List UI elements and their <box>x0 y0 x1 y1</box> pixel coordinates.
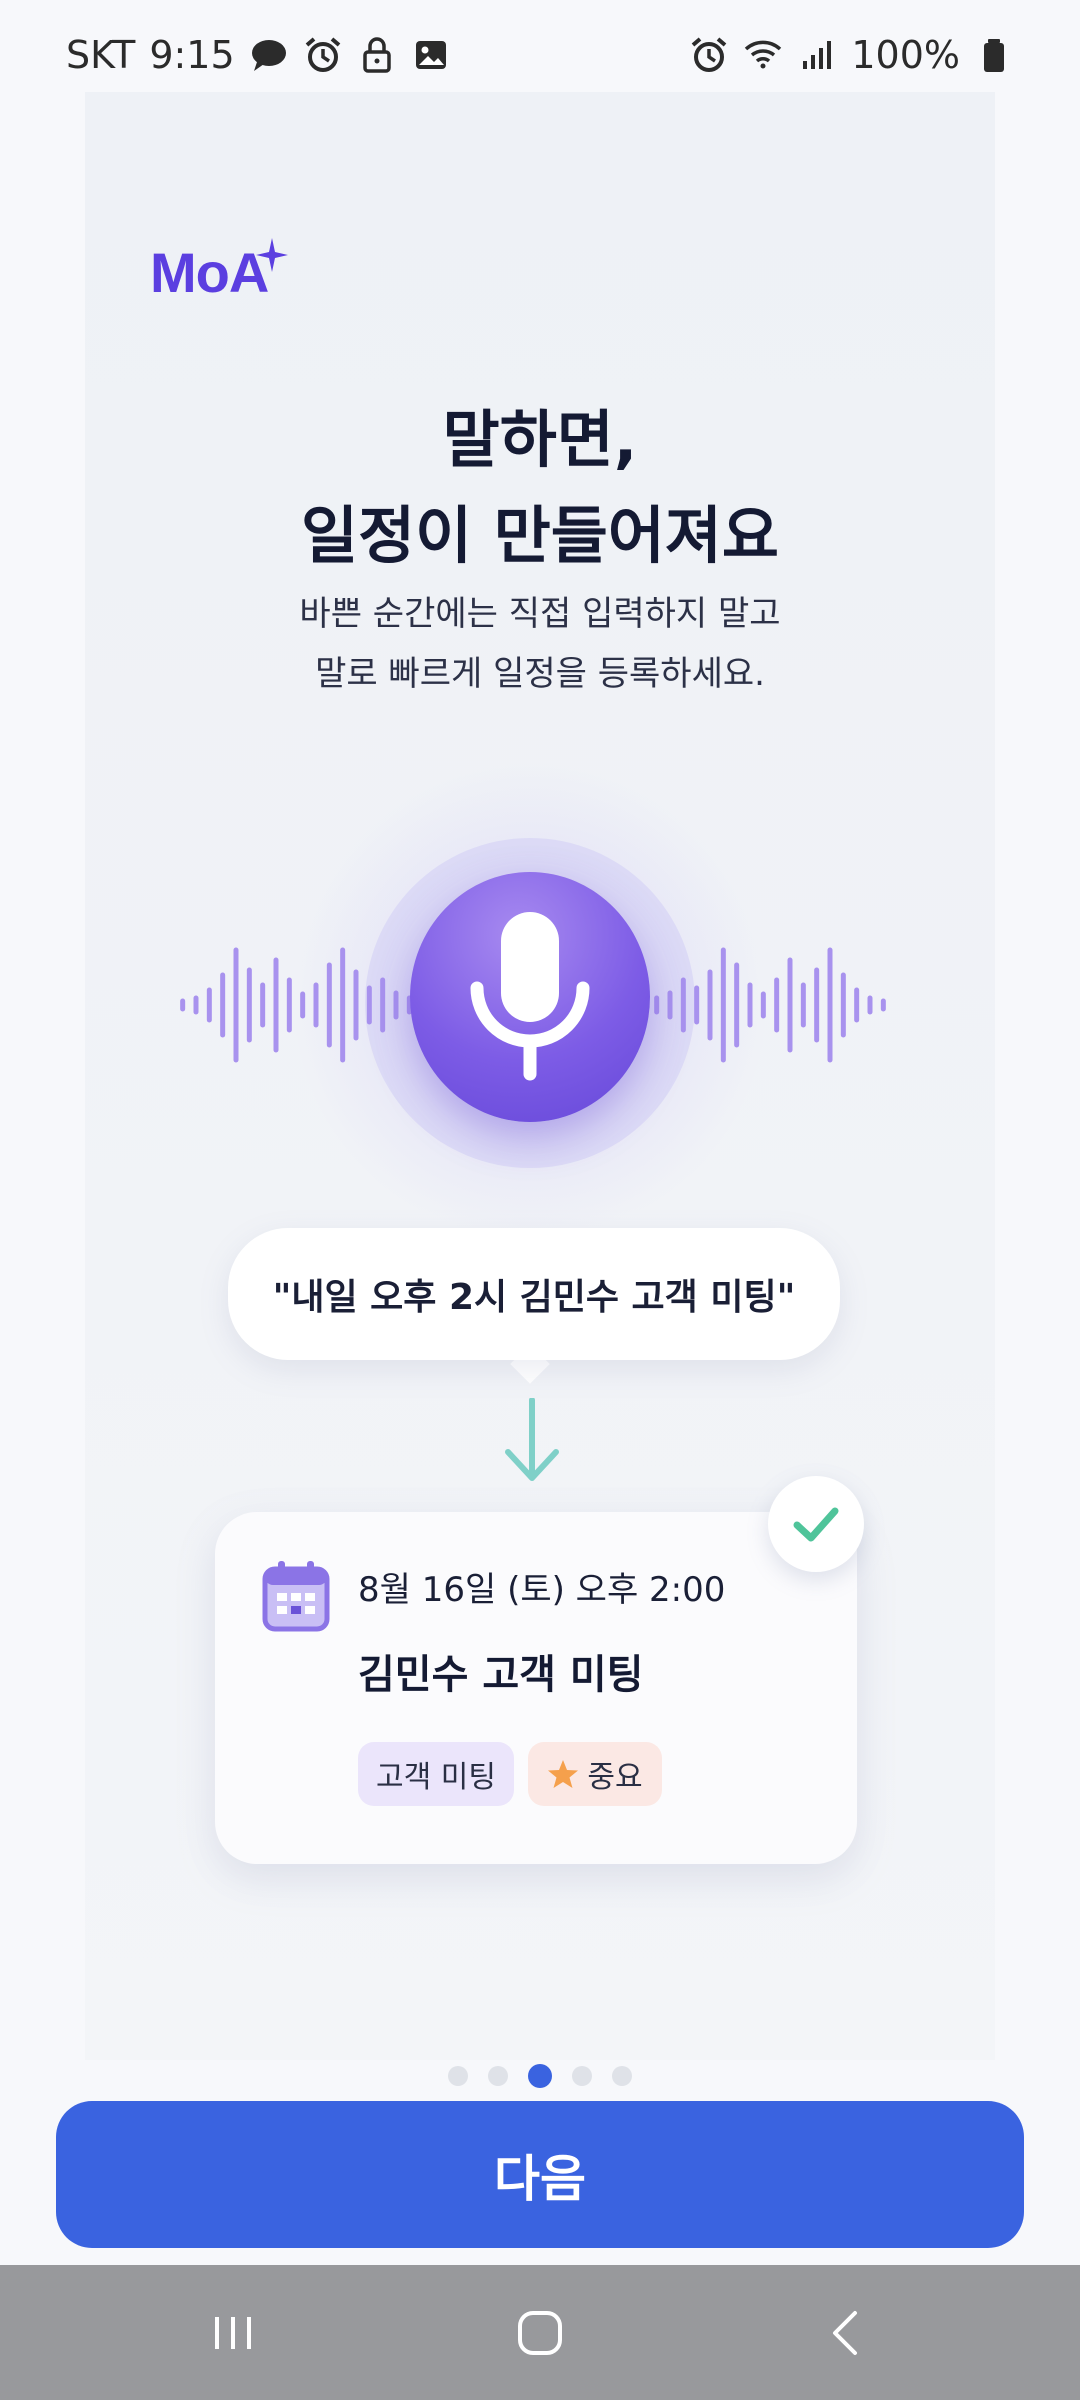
battery-icon <box>974 35 1014 75</box>
alarm-icon <box>303 35 343 75</box>
recent-apps-icon <box>215 2316 252 2349</box>
event-title: 김민수 고객 미팅 <box>358 1652 644 1698</box>
star-icon <box>548 1760 579 1788</box>
page-dot <box>612 2066 632 2086</box>
check-badge <box>768 1476 864 1572</box>
microphone-button <box>410 872 650 1122</box>
calendar-icon <box>262 1561 330 1632</box>
event-date: 8월 16일 (토) 오후 2:00 <box>358 1570 726 1610</box>
arrow-down-icon <box>505 1398 559 1481</box>
back-icon <box>832 2310 857 2355</box>
wifi-icon <box>743 35 783 75</box>
tag-customer-meeting: 고객 미팅 <box>358 1742 514 1806</box>
gallery-icon <box>411 35 451 75</box>
tag-label: 중요 <box>587 1760 643 1795</box>
sparkle-icon <box>256 238 288 272</box>
home-button[interactable] <box>490 2293 590 2373</box>
back-button[interactable] <box>797 2293 897 2373</box>
next-button[interactable]: 다음 <box>56 2101 1024 2248</box>
status-bar-left: SKT 9:15 <box>66 33 451 77</box>
battery-percent: 100% <box>851 33 960 77</box>
clock: 9:15 <box>149 33 235 77</box>
description-line-2: 말로 빠르게 일정을 등록하세요. <box>315 654 765 694</box>
sound-wave-right <box>654 947 886 1063</box>
recent-apps-button[interactable] <box>183 2293 283 2373</box>
microphone-icon <box>470 912 590 1081</box>
home-icon <box>517 2310 562 2355</box>
page-dot <box>488 2066 508 2086</box>
onboarding-headline: 말하면, 일정이 만들어져요 <box>0 392 1080 584</box>
page-dot <box>572 2066 592 2086</box>
system-navigation-bar <box>0 2265 1080 2400</box>
voice-example-text: "내일 오후 2시 김민수 고객 미팅" <box>272 1277 796 1318</box>
page-dot <box>448 2066 468 2086</box>
page-dot-active <box>528 2064 552 2088</box>
headline-line-1: 말하면, <box>442 403 638 476</box>
status-bar-right: 100% <box>689 33 1014 77</box>
tag-label: 고객 미팅 <box>376 1760 496 1795</box>
onboarding-description: 바쁜 순간에는 직접 입력하지 말고 말로 빠르게 일정을 등록하세요. <box>0 584 1080 704</box>
alarm-icon <box>689 35 729 75</box>
page-indicator <box>0 2064 1080 2088</box>
description-line-1: 바쁜 순간에는 직접 입력하지 말고 <box>299 594 781 634</box>
tag-important: 중요 <box>528 1742 662 1806</box>
app-logo: MoA <box>150 241 269 304</box>
signal-icon <box>797 35 837 75</box>
carrier-label: SKT <box>66 33 136 77</box>
lock-icon <box>357 35 397 75</box>
headline-line-2: 일정이 만들어져요 <box>301 499 779 572</box>
voice-example-bubble: "내일 오후 2시 김민수 고객 미팅" <box>228 1228 840 1360</box>
check-icon <box>793 1507 839 1542</box>
chat-bubble-icon <box>249 35 289 75</box>
sound-wave-left <box>180 947 412 1063</box>
